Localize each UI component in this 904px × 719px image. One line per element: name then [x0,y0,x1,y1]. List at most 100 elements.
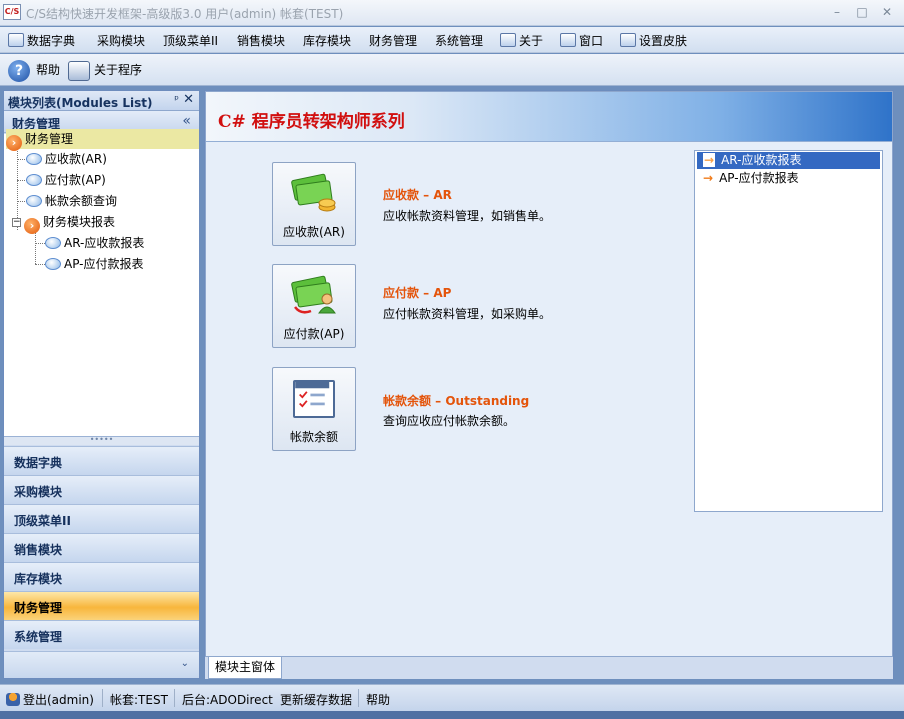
nav-purchase[interactable]: 采购模块 [4,475,199,504]
money-icon [291,173,336,212]
tree-node-reports[interactable]: › 财务模块报表 [24,212,116,234]
menu-label: 设置皮肤 [639,34,688,48]
minimize-button[interactable]: – [826,3,848,21]
grid-icon [8,33,24,47]
toolbar: ? 帮助 关于程序 [0,54,904,86]
ap-button-label: 应付款(AP) [283,327,345,341]
node-label: 应付款(AP) [45,173,106,187]
module-icon [26,174,42,186]
ap-title: 应付款 – AP [383,286,452,300]
money-user-icon [291,275,336,314]
ar-module-button[interactable]: 应收款(AR) [272,162,356,246]
separator [358,689,359,707]
ar-button-label: 应收款(AR) [283,225,345,239]
menu-finance[interactable]: 财务管理 [369,32,417,49]
title-bar: C/S C/S结构快速开发框架-高级版3.0 用户(admin) 帐套(TEST… [0,0,904,26]
menu-system[interactable]: 系统管理 [435,32,483,49]
module-main-form: C# 程序员转架构师系列 应收款(AR) 应收款 – AR 应收帐款资料管理，如… [205,91,893,657]
report-list: → AR-应收款报表 → AP-应付款报表 [694,150,883,512]
about-program-button[interactable]: 关于程序 [68,59,142,81]
pin-icon[interactable]: ᵖ [174,93,179,106]
tree-node-ap-report[interactable]: AP-应付款报表 [45,254,144,274]
nav-inventory[interactable]: 库存模块 [4,562,199,591]
balance-module-button[interactable]: 帐款余额 [272,367,356,451]
tree-node-ar[interactable]: 应收款(AR) [26,149,107,169]
report-item-ar[interactable]: → AR-应收款报表 [697,152,880,169]
about-label: 关于程序 [94,63,143,77]
about-icon [500,33,516,47]
menu-label: 窗口 [579,34,604,48]
user-icon [6,693,20,706]
menu-label: 数据字典 [27,34,76,48]
node-label: 应收款(AR) [45,152,107,166]
nav-system[interactable]: 系统管理 [4,620,199,649]
panel-close-icon[interactable]: ✕ [183,92,194,107]
ar-description: 应收帐款资料管理，如销售单。 [383,209,552,223]
menu-inventory[interactable]: 库存模块 [303,32,351,49]
menu-label: 关于 [519,34,544,48]
node-label: AR-应收款报表 [64,236,145,250]
account-status: 帐套:TEST [110,693,168,707]
skin-icon [620,33,636,47]
arrow-right-icon: › [24,218,40,234]
separator [102,689,103,707]
collapse-node-icon[interactable]: − [12,218,21,227]
chevron-down-icon[interactable]: ⌄ [181,658,189,669]
tab-strip: 模块主窗体 [205,657,893,679]
report-label: AR-应收款报表 [721,153,802,167]
nav-sales[interactable]: 销售模块 [4,533,199,562]
menu-sales[interactable]: 销售模块 [237,32,285,49]
tree-node-ap[interactable]: 应付款(AP) [26,170,106,190]
module-icon [26,195,42,207]
nav-finance[interactable]: 财务管理 [4,591,199,620]
maximize-button[interactable]: □ [851,3,873,21]
main-area: C# 程序员转架构师系列 应收款(AR) 应收款 – AR 应收帐款资料管理，如… [204,90,894,679]
menu-top-level-ii[interactable]: 顶级菜单II [163,32,218,49]
window-border [0,711,904,719]
nav-data-dictionary[interactable]: 数据字典 [4,446,199,475]
tree-connector [35,243,45,244]
menu-about[interactable]: 关于 [500,32,543,49]
nav-footer: ⌄ [4,651,199,678]
refresh-cache-button[interactable]: 更新缓存数据 [280,691,352,708]
panel-splitter[interactable]: ••••• [4,436,199,445]
help-button[interactable]: ? 帮助 [8,59,61,82]
banner-title: C# 程序员转架构师系列 [218,112,405,132]
menu-purchase[interactable]: 采购模块 [97,32,145,49]
close-button[interactable]: ✕ [876,3,898,21]
panel-header: 模块列表(Modules List) ᵖ ✕ [4,91,199,111]
window-title: C/S结构快速开发框架-高级版3.0 用户(admin) 帐套(TEST) [26,7,344,21]
node-label: AP-应付款报表 [64,257,144,271]
tree-node-balance[interactable]: 帐款余额查询 [26,191,117,211]
arrow-right-icon: › [6,135,22,151]
ap-description: 应付帐款资料管理，如采购单。 [383,307,552,321]
balance-title: 帐款余额 – Outstanding [383,394,530,408]
arrow-icon: → [703,153,716,167]
separator [174,689,175,707]
checklist-icon [293,380,335,418]
logout-button[interactable]: 登出(admin) [6,691,94,708]
collapse-icon[interactable]: « [182,113,191,129]
tab-module-main[interactable]: 模块主窗体 [208,657,282,679]
app-logo-icon: C/S [3,4,21,20]
tree-node-finance[interactable]: › 财务管理 [6,129,199,151]
tree-node-ar-report[interactable]: AR-应收款报表 [45,233,144,253]
tree-connector [35,232,36,264]
node-label: 财务管理 [25,132,74,146]
status-bar: 登出(admin) 帐套:TEST 后台:ADODirect 更新缓存数据 帮助 [0,684,904,711]
module-icon [26,153,42,165]
node-label: 帐款余额查询 [45,194,118,208]
menu-data-dictionary[interactable]: 数据字典 [8,32,75,49]
ap-module-button[interactable]: 应付款(AP) [272,264,356,348]
ar-title: 应收款 – AR [383,188,452,202]
node-label: 财务模块报表 [43,215,116,229]
report-label: AP-应付款报表 [719,171,799,185]
printer-icon [68,60,90,81]
backend-status: 后台:ADODirect [182,693,273,707]
menu-window[interactable]: 窗口 [560,32,603,49]
nav-top-level-ii[interactable]: 顶级菜单II [4,504,199,533]
help-label: 帮助 [36,63,61,77]
menu-skin[interactable]: 设置皮肤 [620,32,687,49]
status-help-button[interactable]: 帮助 [366,691,390,708]
report-item-ap[interactable]: → AP-应付款报表 [697,170,880,187]
